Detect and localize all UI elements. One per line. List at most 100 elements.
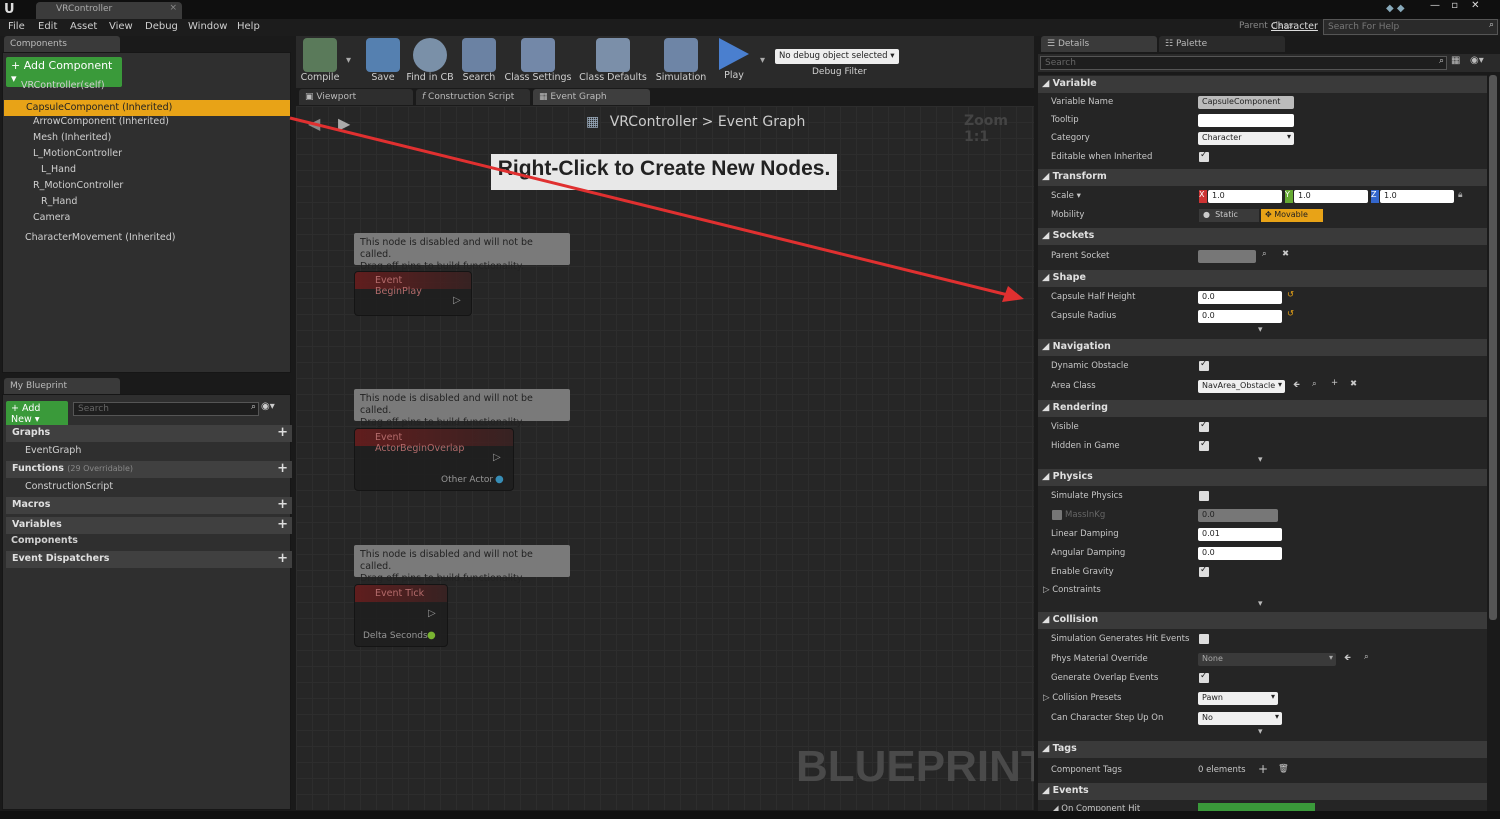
component-item[interactable]: ArrowComponent (Inherited) <box>33 116 169 127</box>
add-icon[interactable]: + <box>277 517 288 532</box>
prop-constraints[interactable]: ▷ Constraints <box>1038 581 1487 600</box>
functions-section[interactable]: Functions (29 Overridable) + <box>6 461 292 478</box>
macros-section[interactable]: Macros + <box>6 497 292 514</box>
category-rendering[interactable]: ◢ Rendering <box>1038 400 1487 417</box>
event-beginplay-node[interactable]: Event BeginPlay ▷ <box>354 271 472 316</box>
component-item[interactable]: Mesh (Inherited) <box>33 132 111 143</box>
clear-icon[interactable]: ✖ <box>1282 249 1289 259</box>
component-item[interactable]: R_Hand <box>41 196 77 207</box>
clear-icon[interactable]: ✖ <box>1350 379 1357 389</box>
construction-script-item[interactable]: ConstructionScript <box>25 481 113 492</box>
event-graph-canvas[interactable]: ◀ ▶ ▦ VRController > Event Graph Zoom 1:… <box>296 106 1034 810</box>
debug-object-select[interactable]: No debug object selected ▾ <box>775 49 899 64</box>
add-new-button[interactable]: + Add New ▾ <box>6 401 68 427</box>
movable-toggle[interactable]: ✥ Movable <box>1261 209 1323 222</box>
lock-icon[interactable]: 🔒︎ <box>1458 190 1463 200</box>
parent-class-link[interactable]: Character <box>1271 21 1318 32</box>
menu-view[interactable]: View <box>109 21 133 32</box>
tab-components[interactable]: Components <box>4 36 120 52</box>
category-physics[interactable]: ◢ Physics <box>1038 469 1487 486</box>
add-icon[interactable]: + <box>277 461 288 476</box>
add-icon[interactable]: + <box>1331 378 1338 388</box>
add-icon[interactable]: + <box>277 497 288 512</box>
add-icon[interactable]: + <box>277 551 288 566</box>
back-arrow-icon[interactable]: ◀ <box>308 114 320 133</box>
category-navigation[interactable]: ◢ Navigation <box>1038 339 1487 356</box>
document-tab[interactable]: VRController × <box>36 2 182 19</box>
exec-pin-icon[interactable]: ▷ <box>453 295 461 306</box>
menu-window[interactable]: Window <box>188 21 227 32</box>
expand-icon[interactable]: ▾ <box>1258 599 1263 609</box>
menu-file[interactable]: File <box>8 21 25 32</box>
category-transform[interactable]: ◢ Transform <box>1038 169 1487 186</box>
find-in-cb-button[interactable]: Find in CB <box>404 36 456 86</box>
help-search-input[interactable]: Search For Help ⌕ <box>1323 19 1498 35</box>
search-icon[interactable]: ⌕ <box>1312 379 1317 389</box>
component-item[interactable]: R_MotionController <box>33 180 123 191</box>
menu-help[interactable]: Help <box>237 21 260 32</box>
menu-debug[interactable]: Debug <box>145 21 178 32</box>
details-scrollbar[interactable] <box>1489 75 1497 620</box>
compile-button[interactable]: Compile <box>297 36 343 86</box>
object-pin-icon[interactable]: ● <box>495 474 504 485</box>
expand-icon[interactable]: ▾ <box>1258 325 1263 335</box>
search-icon[interactable]: ⌕ <box>1364 652 1369 662</box>
arrow-left-icon[interactable]: 🡸 <box>1293 379 1300 393</box>
component-item[interactable]: L_Hand <box>41 164 76 175</box>
selected-component-row[interactable]: CapsuleComponent (Inherited) <box>4 100 290 116</box>
chevron-down-icon[interactable]: ▾ <box>760 55 765 66</box>
float-pin-icon[interactable]: ● <box>427 630 436 641</box>
expand-icon[interactable]: ▾ <box>1258 727 1263 737</box>
component-item[interactable]: L_MotionController <box>33 148 122 159</box>
blueprint-search-input[interactable]: Search ⌕ <box>73 402 259 416</box>
notification-icon[interactable]: ◆ ◆ <box>1386 3 1405 14</box>
maximize-icon[interactable]: ▫ <box>1451 0 1458 11</box>
search-icon[interactable]: ⌕ <box>1262 249 1267 259</box>
arrow-left-icon[interactable]: 🡸 <box>1344 652 1351 666</box>
menu-asset[interactable]: Asset <box>70 21 97 32</box>
variables-section[interactable]: Variables + <box>6 517 292 534</box>
graphs-section[interactable]: Graphs + <box>6 425 292 442</box>
event-actorbeginoverlap-node[interactable]: Event ActorBeginOverlap ▷ Other Actor ● <box>354 428 514 491</box>
forward-arrow-icon[interactable]: ▶ <box>338 114 350 133</box>
minimize-icon[interactable]: — <box>1430 0 1440 11</box>
close-icon[interactable]: × <box>169 3 177 13</box>
close-window-icon[interactable]: ✕ <box>1471 0 1479 11</box>
search-button[interactable]: Search <box>458 36 500 86</box>
category-sockets[interactable]: ◢ Sockets <box>1038 228 1487 245</box>
expand-icon[interactable]: ▾ <box>1258 455 1263 465</box>
class-settings-button[interactable]: Class Settings <box>504 36 572 86</box>
event-tick-node[interactable]: Event Tick ▷ Delta Seconds ● <box>354 584 448 647</box>
tab-my-blueprint[interactable]: My Blueprint <box>4 378 120 394</box>
event-graph-item[interactable]: EventGraph <box>25 445 81 456</box>
add-icon[interactable]: + <box>1258 762 1268 776</box>
save-button[interactable]: Save <box>364 36 402 86</box>
class-defaults-button[interactable]: Class Defaults <box>578 36 648 86</box>
play-button[interactable]: Play <box>713 36 755 86</box>
grid-icon[interactable]: ▦ <box>1451 55 1460 66</box>
chevron-down-icon[interactable]: ▾ <box>346 55 351 66</box>
details-search-input[interactable]: Search ⌕ <box>1040 56 1447 70</box>
category-tags[interactable]: ◢ Tags <box>1038 741 1487 758</box>
category-shape[interactable]: ◢ Shape <box>1038 270 1487 287</box>
reset-icon[interactable]: ↺ <box>1287 309 1294 319</box>
component-item[interactable]: CharacterMovement (Inherited) <box>25 232 176 243</box>
event-dispatchers-section[interactable]: Event Dispatchers + <box>6 551 292 568</box>
menu-edit[interactable]: Edit <box>38 21 57 32</box>
self-item[interactable]: VRController(self) <box>21 80 105 91</box>
trash-icon[interactable]: 🗑︎ <box>1278 764 1289 774</box>
tab-construction-script[interactable]: f Construction Script <box>416 89 530 105</box>
tab-viewport[interactable]: ▣ Viewport <box>299 89 413 105</box>
components-subsection[interactable]: Components <box>11 535 78 546</box>
simulation-button[interactable]: Simulation <box>653 36 709 86</box>
category-events[interactable]: ◢ Events <box>1038 783 1487 800</box>
eye-icon[interactable]: ◉▾ <box>1470 55 1484 66</box>
category-variable[interactable]: ◢ Variable <box>1038 76 1487 93</box>
exec-pin-icon[interactable]: ▷ <box>493 452 501 463</box>
eye-icon[interactable]: ◉▾ <box>261 401 275 412</box>
editable-checkbox[interactable] <box>1199 150 1209 162</box>
add-icon[interactable]: + <box>277 425 288 440</box>
category-collision[interactable]: ◢ Collision <box>1038 612 1487 629</box>
tab-event-graph[interactable]: ▦ Event Graph <box>533 89 650 105</box>
tab-palette[interactable]: ☷ Palette <box>1159 36 1285 52</box>
